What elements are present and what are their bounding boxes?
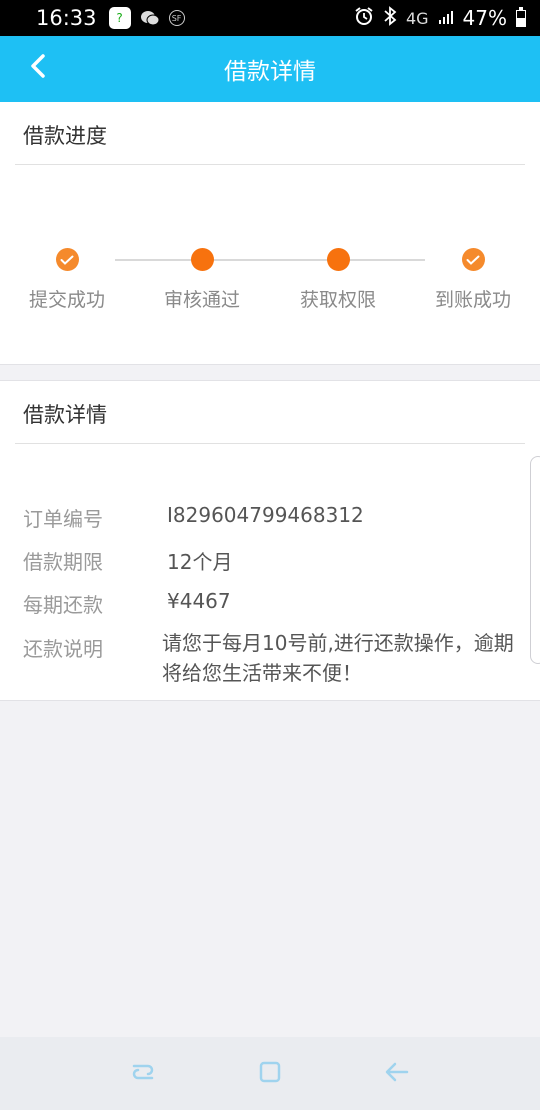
divider xyxy=(15,443,525,444)
home-icon xyxy=(257,1059,283,1089)
loan-progress-card: 借款进度 提交成功 审核通过 获取权限 到账成功 xyxy=(0,102,540,365)
row-key: 借款期限 xyxy=(23,550,103,574)
nav-back-button[interactable] xyxy=(377,1054,417,1094)
step-permission: 获取权限 xyxy=(283,248,393,312)
detail-section-title: 借款详情 xyxy=(23,403,107,427)
battery-icon xyxy=(516,6,526,27)
recent-apps-icon xyxy=(129,1058,157,1090)
recent-apps-button[interactable] xyxy=(123,1054,163,1094)
back-icon xyxy=(383,1058,411,1090)
check-icon xyxy=(55,248,79,271)
row-value: 12个月 xyxy=(167,550,233,574)
sf-express-icon: SF xyxy=(168,10,185,26)
step-label: 获取权限 xyxy=(299,289,376,311)
network-type: 4G xyxy=(405,8,429,28)
system-nav-bar xyxy=(0,1037,540,1110)
step-label: 提交成功 xyxy=(28,289,105,311)
step-submitted: 提交成功 xyxy=(12,248,122,312)
row-key: 还款说明 xyxy=(23,637,103,661)
step-received: 到账成功 xyxy=(418,248,528,312)
status-bar: 16:33 ? SF 4G 47% xyxy=(0,0,540,36)
app-notification-icon: ? xyxy=(108,7,131,29)
progress-steps: 提交成功 审核通过 获取权限 到账成功 xyxy=(0,102,540,364)
header-bar: 借款详情 xyxy=(0,36,540,102)
signal-icon xyxy=(438,6,454,30)
row-value: ¥4467 xyxy=(167,589,231,613)
loan-detail-card: 借款详情 订单编号 I829604799468312 借款期限 12个月 每期还… xyxy=(0,380,540,701)
progress-dot xyxy=(326,248,350,271)
row-key: 订单编号 xyxy=(23,507,103,531)
step-approved: 审核通过 xyxy=(147,248,257,312)
row-value: 请您于每月10号前,进行还款操作，逾期将给您生活带来不便！ xyxy=(162,631,514,685)
status-time: 16:33 xyxy=(36,6,97,30)
wechat-icon xyxy=(139,7,161,29)
back-button[interactable] xyxy=(18,48,58,90)
check-icon xyxy=(461,248,485,271)
battery-percent: 47% xyxy=(462,6,507,30)
row-value: I829604799468312 xyxy=(167,503,364,527)
step-label: 审核通过 xyxy=(163,289,240,311)
side-edge-handle[interactable] xyxy=(530,456,540,664)
row-key: 每期还款 xyxy=(23,593,103,617)
page-title: 借款详情 xyxy=(224,59,316,85)
progress-dot xyxy=(190,248,214,271)
bluetooth-icon xyxy=(383,5,397,31)
alarm-icon xyxy=(354,6,374,31)
chevron-left-icon xyxy=(29,53,47,85)
step-label: 到账成功 xyxy=(434,289,511,311)
home-button[interactable] xyxy=(250,1054,290,1094)
